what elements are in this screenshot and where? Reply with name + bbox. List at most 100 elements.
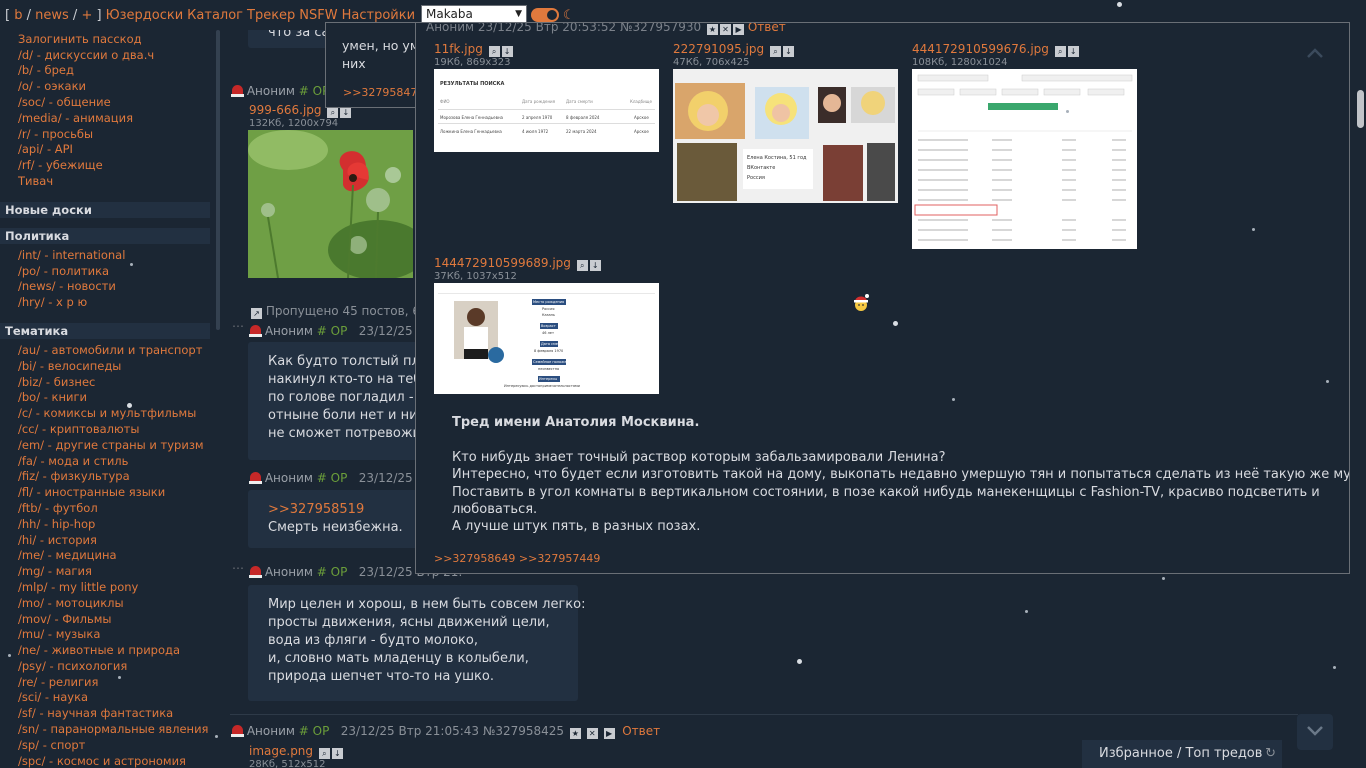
search-icon[interactable]: ⌕ [327, 107, 339, 118]
tracker-link[interactable]: Трекер [247, 8, 295, 23]
santa-hat-icon [231, 85, 244, 97]
search-icon[interactable]: ⌕ [488, 46, 500, 57]
close-icon[interactable]: ✕ [586, 728, 598, 739]
sidebar-item[interactable]: /c/ - комиксы и мультфильмы [0, 406, 220, 422]
skipped-posts[interactable]: ↗ Пропущено 45 постов, 6 с [249, 304, 430, 319]
page-scrollbar[interactable] [1354, 0, 1366, 768]
grave-table-thumbnail[interactable] [912, 69, 1137, 249]
download-icon[interactable]: ↓ [1067, 46, 1079, 57]
replies-links[interactable]: >>327958649 >>327957449 [434, 552, 600, 565]
thread-title: Тред имени Анатолия Москвина. [452, 415, 700, 430]
sidebar-item[interactable]: /mlp/ - my little pony [0, 580, 220, 596]
close-icon[interactable]: ✕ [720, 24, 732, 35]
star-icon[interactable]: ★ [707, 24, 719, 35]
sidebar-item[interactable]: /api/ - API [0, 142, 220, 158]
section-new-boards[interactable]: Новые доски [0, 201, 210, 218]
attachment-link[interactable]: 222791095.jpg ⌕ ↓ [673, 42, 794, 57]
download-icon[interactable]: ↓ [340, 107, 352, 118]
play-icon[interactable]: ▶ [733, 24, 745, 35]
sidebar-item[interactable]: /r/ - просьбы [0, 127, 220, 143]
attachment-link[interactable]: 144472910599689.jpg ⌕ ↓ [434, 256, 601, 271]
sidebar-item[interactable]: /bi/ - велосипеды [0, 359, 220, 375]
sidebar-item[interactable]: /hh/ - hip-hop [0, 517, 220, 533]
nav-plus-link[interactable]: + [81, 8, 92, 23]
post-menu-icon[interactable]: ⋯ [232, 561, 244, 575]
poppy-thumbnail[interactable] [248, 130, 413, 278]
reply-button[interactable]: Ответ [748, 23, 786, 34]
section-thematic[interactable]: Тематика [0, 322, 210, 339]
theme-toggle[interactable] [531, 8, 560, 22]
sidebar-item[interactable]: Тивач [0, 174, 220, 190]
sidebar-item[interactable]: /fl/ - иностранные языки [0, 485, 220, 501]
attachment-link[interactable]: 444172910599676.jpg ⌕ ↓ [912, 42, 1079, 57]
sidebar-item[interactable]: /ne/ - животные и природа [0, 643, 220, 659]
expand-icon[interactable]: ↗ [251, 308, 262, 319]
sidebar-item[interactable]: /fiz/ - физкультура [0, 469, 220, 485]
post-menu-icon[interactable]: ⋯ [232, 319, 244, 333]
sidebar-item[interactable]: /hry/ - х р ю [0, 295, 220, 311]
sidebar-item[interactable]: /biz/ - бизнес [0, 375, 220, 391]
scroll-down-button[interactable] [1297, 714, 1333, 750]
nav-news-link[interactable]: news [35, 8, 69, 23]
download-icon[interactable]: ↓ [331, 748, 343, 759]
snowflake-icon [215, 735, 218, 738]
sidebar-item[interactable]: /hi/ - история [0, 533, 220, 549]
sidebar-item[interactable]: /mo/ - мотоциклы [0, 596, 220, 612]
search-icon[interactable]: ⌕ [576, 260, 588, 271]
sidebar-item[interactable]: /media/ - анимация [0, 111, 220, 127]
search-icon[interactable]: ⌕ [769, 46, 781, 57]
sidebar-item[interactable]: /o/ - оэкаки [0, 79, 220, 95]
search-results-thumbnail[interactable]: РЕЗУЛЬТАТЫ ПОИСКА ФИО Дата рождения Дата… [434, 69, 659, 152]
sidebar-item[interactable]: /mov/ - Фильмы [0, 612, 220, 628]
userboards-link[interactable]: Юзердоски [106, 8, 184, 23]
play-icon[interactable]: ▶ [603, 728, 615, 739]
star-icon[interactable]: ★ [569, 728, 581, 739]
faces-collage-thumbnail[interactable]: Елена Костина, 51 год ВКонтакте Россия [673, 69, 898, 203]
santa-hat-icon [249, 566, 262, 578]
attachment-link[interactable]: image.png ⌕ ↓ [249, 744, 343, 759]
sidebar-item[interactable]: /sn/ - паранормальные явления [0, 722, 220, 738]
sidebar-item[interactable]: /sf/ - научная фантастика [0, 706, 220, 722]
scroll-up-button[interactable] [1297, 36, 1333, 72]
reply-button[interactable]: Ответ [622, 724, 660, 738]
sidebar-item[interactable]: /me/ - медицина [0, 548, 220, 564]
sidebar-item[interactable]: Залогинить пасскод [0, 32, 220, 48]
favorites-bar[interactable]: Избранное / Топ тредов ↻ [1082, 740, 1282, 768]
sidebar-item[interactable]: /ftb/ - футбол [0, 501, 220, 517]
sidebar-item[interactable]: /soc/ - общение [0, 95, 220, 111]
settings-link[interactable]: Настройки [342, 8, 415, 23]
sidebar-item[interactable]: /em/ - другие страны и туризм [0, 438, 220, 454]
sidebar-item[interactable]: /int/ - international [0, 248, 220, 264]
profile-diagram-thumbnail[interactable]: Место рождения Россия Казань Возраст 46 … [434, 283, 659, 394]
catalog-link[interactable]: Каталог [187, 8, 243, 23]
sidebar-item[interactable]: /fa/ - мода и стиль [0, 454, 220, 470]
sidebar-item[interactable]: /au/ - автомобили и транспорт [0, 343, 220, 359]
sidebar-item[interactable]: /sp/ - спорт [0, 738, 220, 754]
sidebar-scrollbar[interactable] [216, 30, 220, 330]
reply-link[interactable]: >>327958519 [268, 501, 403, 519]
sidebar-item[interactable]: /re/ - религия [0, 675, 220, 691]
nsfw-link[interactable]: NSFW [299, 8, 337, 23]
download-icon[interactable]: ↓ [782, 46, 794, 57]
sidebar-item[interactable]: /d/ - дискуссии о два.ч [0, 48, 220, 64]
scrollbar-thumb[interactable] [1357, 90, 1364, 128]
download-icon[interactable]: ↓ [589, 260, 601, 271]
sidebar-item[interactable]: /mu/ - музыка [0, 627, 220, 643]
sidebar-item[interactable]: /po/ - политика [0, 264, 220, 280]
search-icon[interactable]: ⌕ [1054, 46, 1066, 57]
refresh-icon[interactable]: ↻ [1265, 740, 1276, 768]
download-icon[interactable]: ↓ [501, 46, 513, 57]
sidebar-item[interactable]: /spc/ - космос и астрономия [0, 754, 220, 768]
attachment-link[interactable]: 11fk.jpg ⌕ ↓ [434, 42, 513, 57]
sidebar-item[interactable]: /mg/ - магия [0, 564, 220, 580]
sidebar-item[interactable]: /psy/ - психология [0, 659, 220, 675]
sidebar-item[interactable]: /news/ - новости [0, 279, 220, 295]
sidebar-item[interactable]: /b/ - бред [0, 63, 220, 79]
sidebar-item[interactable]: /cc/ - криптовалюты [0, 422, 220, 438]
sidebar-item[interactable]: /rf/ - убежище [0, 158, 220, 174]
sidebar-item[interactable]: /sci/ - наука [0, 690, 220, 706]
section-politics[interactable]: Политика [0, 227, 210, 244]
sidebar-item[interactable]: /bo/ - книги [0, 390, 220, 406]
search-icon[interactable]: ⌕ [318, 748, 330, 759]
reply-link[interactable]: >>327958476 [343, 86, 424, 99]
